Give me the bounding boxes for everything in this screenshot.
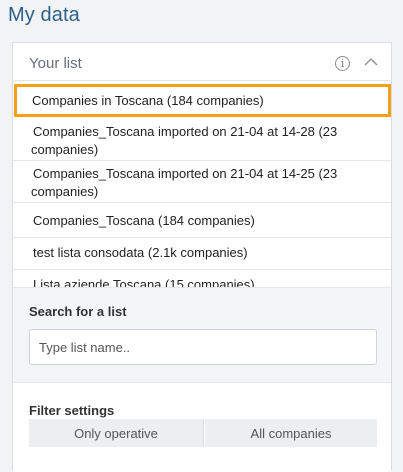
info-icon[interactable]: i <box>335 56 350 71</box>
search-section: Search for a list <box>13 287 391 382</box>
filter-label: Filter settings <box>29 403 115 418</box>
list-panel-header[interactable]: Your list i <box>13 43 391 81</box>
filter-only-operative-button[interactable]: Only operative <box>29 419 204 447</box>
search-label: Search for a list <box>29 304 127 319</box>
page-title: My data <box>8 4 80 26</box>
list-item[interactable]: Companies_Toscana (184 companies) <box>13 203 391 238</box>
list-item[interactable]: test lista consodata (2.1k companies) <box>13 238 391 270</box>
filter-all-companies-button[interactable]: All companies <box>205 419 377 447</box>
list-item-selected[interactable]: Companies in Toscana (184 companies) <box>14 84 391 117</box>
list-item-label: Companies_Toscana imported on 21-04 at 1… <box>31 124 338 157</box>
list-item-label: Companies in Toscana (184 companies) <box>32 93 264 108</box>
search-input[interactable] <box>29 329 377 365</box>
list-item-label: Companies_Toscana imported on 21-04 at 1… <box>31 166 338 199</box>
list-item[interactable]: Companies_Toscana imported on 21-04 at 1… <box>13 161 391 203</box>
filter-section: Filter settings Only operative All compa… <box>13 382 391 472</box>
list-item-label: Companies_Toscana (184 companies) <box>33 213 255 228</box>
list-item[interactable]: Companies_Toscana imported on 21-04 at 1… <box>13 120 391 161</box>
list-panel: Your list i Companies in Toscana (184 co… <box>12 42 392 472</box>
chevron-up-icon[interactable] <box>363 56 379 68</box>
list-panel-title: Your list <box>29 55 82 72</box>
list-item-label: test lista consodata (2.1k companies) <box>33 245 248 260</box>
